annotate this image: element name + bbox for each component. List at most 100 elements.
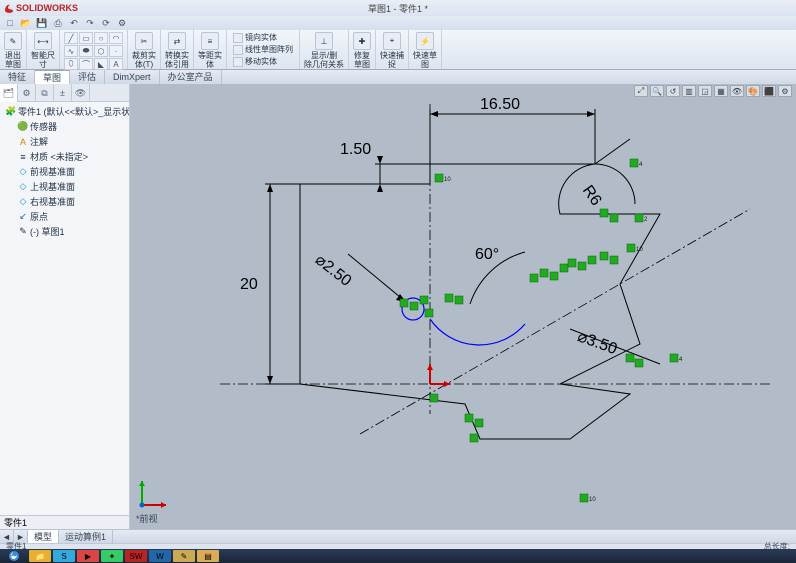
taskbar-solidworks[interactable]: SW [125, 550, 147, 562]
relations-button[interactable]: ⊥显示/删 除几何关系 [304, 32, 344, 69]
feature-manager-tab[interactable]: 🗂 [0, 84, 18, 102]
svg-text:10: 10 [636, 247, 643, 253]
svg-text:4: 4 [679, 357, 683, 363]
rect-tool[interactable]: ▭ [79, 32, 93, 44]
quicksnap-button[interactable]: ⌖快速捕 捉 [380, 32, 404, 69]
smart-dimension-button[interactable]: ⟷智能尺 寸 [31, 32, 55, 69]
mirror-button[interactable]: 镜向实体 [231, 32, 295, 43]
dimxpert-manager-tab[interactable]: ± [54, 84, 72, 102]
ribbon-group-entities: ╱ ▭ ○ ◠ ∿ ⬬ ⬡ · ⬯ ⌒ ◣ A [60, 30, 128, 69]
tab-dimxpert[interactable]: DimXpert [105, 70, 160, 84]
view-triad-icon [136, 475, 172, 511]
repair-button[interactable]: ✚修复 草图 [353, 32, 371, 69]
point-tool[interactable]: · [109, 45, 123, 57]
convert-button[interactable]: ⇄转换实 体引用 [165, 32, 189, 69]
dim-16p50[interactable]: 16.50 [430, 96, 595, 164]
svg-text:2: 2 [644, 217, 648, 223]
move-entities-button[interactable]: 移动实体 [231, 56, 295, 67]
trim-button[interactable]: ✂裁剪实 体(T) [132, 32, 156, 69]
linear-pattern-button[interactable]: 线性草图阵列 [231, 44, 295, 55]
app-logo: SOLIDWORKS [0, 3, 82, 13]
ellipse-tool[interactable]: ⬯ [64, 58, 78, 70]
tree-sensors[interactable]: 🟢传感器 [2, 119, 127, 134]
feature-tree[interactable]: 🧩零件1 (默认<<默认>_显示状态 🟢传感器 A注解 ≡材质 <未指定> ◇前… [0, 102, 129, 515]
graphics-area[interactable]: ⤢ 🔍 ↺ ▥ ◲ ▦ 👁 🎨 ⬛ ⚙ [130, 84, 796, 529]
taskbar-word[interactable]: W [149, 550, 171, 562]
exit-sketch-button[interactable]: ✎退出 草图 [4, 32, 22, 69]
start-button[interactable] [0, 549, 28, 563]
svg-text:⌀3.50: ⌀3.50 [575, 328, 619, 358]
svg-text:⌀2.50: ⌀2.50 [312, 251, 355, 290]
spline-tool[interactable]: ∿ [64, 45, 78, 57]
tab-office[interactable]: 办公室产品 [160, 70, 222, 84]
tree-root[interactable]: 🧩零件1 (默认<<默认>_显示状态 [2, 104, 127, 119]
tab-sketch[interactable]: 草图 [35, 70, 70, 84]
dim-dia2p5[interactable]: ⌀2.50 [312, 251, 406, 302]
qat-save[interactable]: 💾 [36, 17, 48, 29]
text-tool[interactable]: A [109, 58, 123, 70]
polygon-tool[interactable]: ⬡ [94, 45, 108, 57]
taskbar-app-2[interactable]: ▶ [77, 550, 99, 562]
svg-text:1.50: 1.50 [340, 141, 371, 158]
svg-text:R6: R6 [579, 182, 605, 209]
svg-text:4: 4 [639, 162, 643, 168]
tab-evaluate[interactable]: 评估 [70, 70, 105, 84]
document-title: 草图1 - 零件1 * [368, 2, 428, 15]
ribbon-group-pattern: 镜向实体 线性草图阵列 移动实体 [227, 30, 300, 69]
ribbon-tabstrip: 特征 草图 评估 DimXpert 办公室产品 [0, 70, 796, 84]
qat-new[interactable]: □ [4, 17, 16, 29]
taskbar-app-4[interactable]: ✎ [173, 550, 195, 562]
slot-tool[interactable]: ⬬ [79, 45, 93, 57]
circle-tool[interactable]: ○ [94, 32, 108, 44]
main-area: 🗂 ⚙ ⧉ ± 👁 🧩零件1 (默认<<默认>_显示状态 🟢传感器 A注解 ≡材… [0, 84, 796, 529]
fillet-tool[interactable]: ⌒ [79, 58, 93, 70]
qat-open[interactable]: 📂 [20, 17, 32, 29]
dim-20[interactable]: 20 [240, 184, 300, 384]
tree-right-plane[interactable]: ◇右视基准面 [2, 194, 127, 209]
qat-print[interactable]: ⎙ [52, 17, 64, 29]
app-name: SOLIDWORKS [16, 3, 78, 13]
svg-text:20: 20 [240, 276, 258, 293]
ribbon-group-dimension: ⟷智能尺 寸 [27, 30, 60, 69]
tree-front-plane[interactable]: ◇前视基准面 [2, 164, 127, 179]
svg-text:60°: 60° [475, 246, 499, 263]
tab-features[interactable]: 特征 [0, 70, 35, 84]
svg-text:16.50: 16.50 [480, 96, 520, 113]
taskbar-app-3[interactable]: ✦ [101, 550, 123, 562]
property-manager-tab[interactable]: ⚙ [18, 84, 36, 102]
qat-undo[interactable]: ↶ [68, 17, 80, 29]
arc-tool[interactable]: ◠ [109, 32, 123, 44]
qat-rebuild[interactable]: ⟳ [100, 17, 112, 29]
title-bar: SOLIDWORKS 草图1 - 零件1 * [0, 0, 796, 16]
offset-button[interactable]: ≡等距实 体 [198, 32, 222, 69]
bottom-tab-model[interactable]: 模型 [28, 530, 59, 544]
rapid-sketch-button[interactable]: ⚡快速草 图 [413, 32, 437, 69]
origin-marker [427, 364, 450, 387]
svg-text:10: 10 [444, 177, 451, 183]
display-manager-tab[interactable]: 👁 [72, 84, 90, 102]
dim-dia3p5[interactable]: ⌀3.50 [570, 328, 660, 364]
qat-options[interactable]: ⚙ [116, 17, 128, 29]
quick-access-toolbar: □ 📂 💾 ⎙ ↶ ↷ ⟳ ⚙ [0, 16, 796, 30]
dim-60deg[interactable]: 60° [470, 246, 525, 304]
manager-tabs: 🗂 ⚙ ⧉ ± 👁 [0, 84, 129, 102]
configuration-manager-tab[interactable]: ⧉ [36, 84, 54, 102]
tree-breadcrumb[interactable]: 零件1 [0, 515, 129, 529]
qat-redo[interactable]: ↷ [84, 17, 96, 29]
taskbar-app-1[interactable]: S [53, 550, 75, 562]
ribbon-group-exit-sketch: ✎退出 草图 [0, 30, 27, 69]
svg-text:10: 10 [589, 497, 596, 503]
view-label: *前视 [136, 512, 158, 525]
tree-sketch1[interactable]: ✎(-) 草图1 [2, 224, 127, 239]
ribbon: ✎退出 草图 ⟷智能尺 寸 ╱ ▭ ○ ◠ ∿ ⬬ ⬡ · ⬯ ⌒ ◣ A ✂裁… [0, 30, 796, 70]
taskbar-app-5[interactable]: ▤ [197, 550, 219, 562]
chamfer-tool[interactable]: ◣ [94, 58, 108, 70]
tree-top-plane[interactable]: ◇上视基准面 [2, 179, 127, 194]
bottom-tab-motion[interactable]: 运动算例1 [59, 530, 113, 544]
tree-origin[interactable]: ↙原点 [2, 209, 127, 224]
tree-material[interactable]: ≡材质 <未指定> [2, 149, 127, 164]
line-tool[interactable]: ╱ [64, 32, 78, 44]
tree-annotations[interactable]: A注解 [2, 134, 127, 149]
dim-r6[interactable]: R6 [579, 182, 605, 209]
taskbar-explorer[interactable]: 📁 [29, 550, 51, 562]
